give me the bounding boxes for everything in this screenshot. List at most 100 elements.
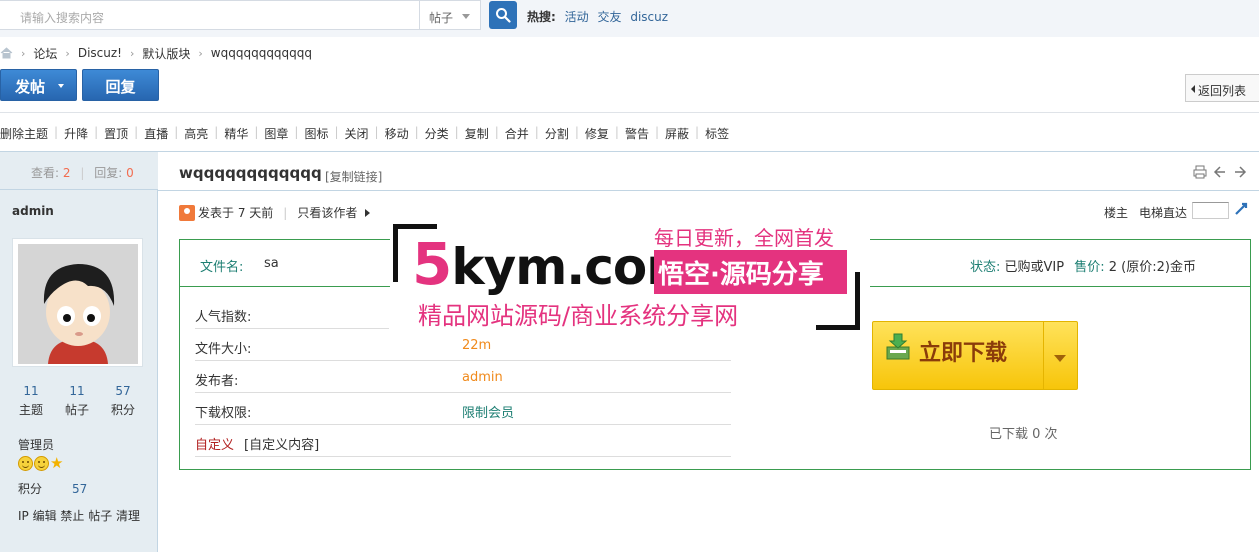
info-value[interactable]: admin — [462, 370, 503, 385]
separator: | — [254, 125, 259, 139]
jump-arrow-icon[interactable] — [1234, 201, 1249, 216]
mod-action[interactable]: 合并 — [505, 125, 529, 142]
mod-action[interactable]: 图章 — [264, 125, 288, 142]
mod-action[interactable]: 图标 — [304, 125, 328, 142]
prev-thread-icon[interactable] — [1213, 165, 1227, 179]
chevron-down-icon — [58, 84, 64, 88]
breadcrumb-site[interactable]: Discuz! — [78, 46, 122, 60]
user-group[interactable]: 管理员 — [18, 436, 54, 453]
back-to-list-button[interactable]: 返回列表 — [1185, 74, 1259, 102]
mod-action[interactable]: 移动 — [385, 125, 409, 142]
watermark-tagline: 每日更新，全网首发 — [654, 226, 834, 250]
mod-action[interactable]: 删除主题 — [0, 125, 48, 142]
print-icon[interactable] — [1193, 165, 1207, 179]
breadcrumb-forum[interactable]: 论坛 — [33, 45, 57, 62]
copy-link[interactable]: [复制链接] — [325, 168, 382, 185]
mod-action[interactable]: 分割 — [545, 125, 569, 142]
search-input[interactable]: 请输入搜索内容 — [0, 0, 420, 30]
download-icon — [886, 333, 910, 360]
hot-link[interactable]: 交友 — [597, 10, 621, 24]
separator: | — [414, 125, 419, 139]
mod-action[interactable]: 直播 — [144, 125, 168, 142]
mod-action[interactable]: 精华 — [224, 125, 248, 142]
breadcrumb-separator: › — [21, 46, 26, 60]
new-post-button[interactable]: 发帖 — [0, 69, 77, 101]
moderation-bar: 删除主题 | 升降 | 置顶 | 直播 | 高亮 | 精华 | 图章 | 图标 | 关闭 | 移动… — [0, 125, 729, 142]
separator: | — [574, 125, 579, 139]
mod-action[interactable]: 升降 — [64, 125, 88, 142]
stat-value: 57 — [115, 384, 131, 398]
mod-action[interactable]: 高亮 — [184, 125, 208, 142]
stat-label: 帖子 — [64, 403, 89, 417]
separator: | — [174, 125, 179, 139]
mod-action[interactable]: 置顶 — [104, 125, 128, 142]
separator: | — [695, 125, 700, 139]
filename-label: 文件名: — [200, 260, 244, 275]
smiley-icon — [18, 456, 33, 471]
reply-button[interactable]: 回复 — [82, 69, 159, 101]
stat-credits[interactable]: 57 积分 — [100, 384, 146, 418]
search-icon — [496, 8, 511, 23]
admin-links[interactable]: IP 编辑 禁止 帖子 清理 — [18, 507, 140, 524]
floor-input[interactable] — [1192, 202, 1229, 219]
mod-action[interactable]: 复制 — [465, 125, 489, 142]
avatar[interactable] — [12, 238, 143, 367]
separator: | — [294, 125, 299, 139]
stat-topics[interactable]: 11 主题 — [8, 384, 54, 418]
mod-action[interactable]: 修复 — [585, 125, 609, 142]
mod-action[interactable]: 屏蔽 — [665, 125, 689, 142]
download-button[interactable]: 立即下载 — [872, 321, 1078, 390]
only-author-link[interactable]: 只看该作者 — [297, 204, 357, 221]
thread-title: wqqqqqqqqqqqq — [179, 164, 322, 182]
home-icon[interactable] — [0, 47, 13, 59]
custom-key: 自定义 — [195, 438, 235, 453]
separator: | — [80, 166, 85, 180]
mod-action[interactable]: 警告 — [625, 125, 649, 142]
hot-link[interactable]: discuz — [630, 10, 668, 24]
download-label: 立即下载 — [919, 341, 1008, 366]
post-time: 发表于 7 天前 — [198, 206, 274, 220]
separator: | — [374, 125, 379, 139]
mod-action[interactable]: 分类 — [425, 125, 449, 142]
avatar-image — [18, 244, 138, 364]
stat-label: 积分 — [110, 403, 135, 417]
download-count: 已下载 0 次 — [989, 427, 1058, 442]
filename-value: sa — [264, 256, 279, 271]
separator: | — [534, 125, 539, 139]
triangle-right-icon[interactable] — [365, 208, 371, 217]
separator: | — [614, 125, 619, 139]
replies-count: 0 — [126, 166, 134, 180]
mod-action[interactable]: 关闭 — [345, 125, 369, 142]
breadcrumb: › 论坛 › Discuz! › 默认版块 › wqqqqqqqqqqqq — [0, 45, 312, 61]
breadcrumb-separator: › — [198, 46, 203, 60]
divider — [1043, 322, 1044, 389]
mod-action[interactable]: 标签 — [705, 125, 729, 142]
hot-search: 热搜: 活动 交友 discuz — [527, 8, 668, 25]
divider — [0, 112, 1259, 113]
breadcrumb-thread[interactable]: wqqqqqqqqqqqq — [211, 46, 312, 60]
info-key: 人气指数: — [195, 310, 252, 325]
author-name[interactable]: admin — [12, 204, 54, 218]
stat-posts[interactable]: 11 帖子 — [54, 384, 100, 418]
next-thread-icon[interactable] — [1233, 165, 1247, 179]
custom-field: 自定义 [自定义内容] — [195, 434, 319, 453]
chevron-down-icon[interactable] — [1054, 355, 1066, 362]
post-meta: 发表于 7 天前 | 只看该作者 — [179, 204, 371, 221]
star-icon: ★ — [50, 454, 64, 472]
stat-label: 主题 — [18, 403, 43, 417]
search-button[interactable] — [489, 1, 517, 29]
thread-stats: 查看: 2 | 回复: 0 — [0, 152, 158, 190]
separator: | — [94, 125, 99, 139]
status-value: 已购或VIP — [1004, 260, 1065, 275]
info-key: 发布者: — [195, 374, 239, 389]
breadcrumb-board[interactable]: 默认版块 — [142, 45, 190, 62]
hot-link[interactable]: 活动 — [565, 10, 589, 24]
credit-value: 57 — [72, 482, 88, 496]
chevron-down-icon — [462, 14, 470, 19]
triangle-left-icon — [1191, 85, 1195, 93]
divider — [158, 190, 1259, 191]
stat-value: 11 — [69, 384, 85, 398]
views-count: 2 — [62, 166, 71, 180]
info-row: 发布者: admin — [195, 361, 731, 393]
search-type-select[interactable]: 帖子 — [420, 0, 481, 30]
